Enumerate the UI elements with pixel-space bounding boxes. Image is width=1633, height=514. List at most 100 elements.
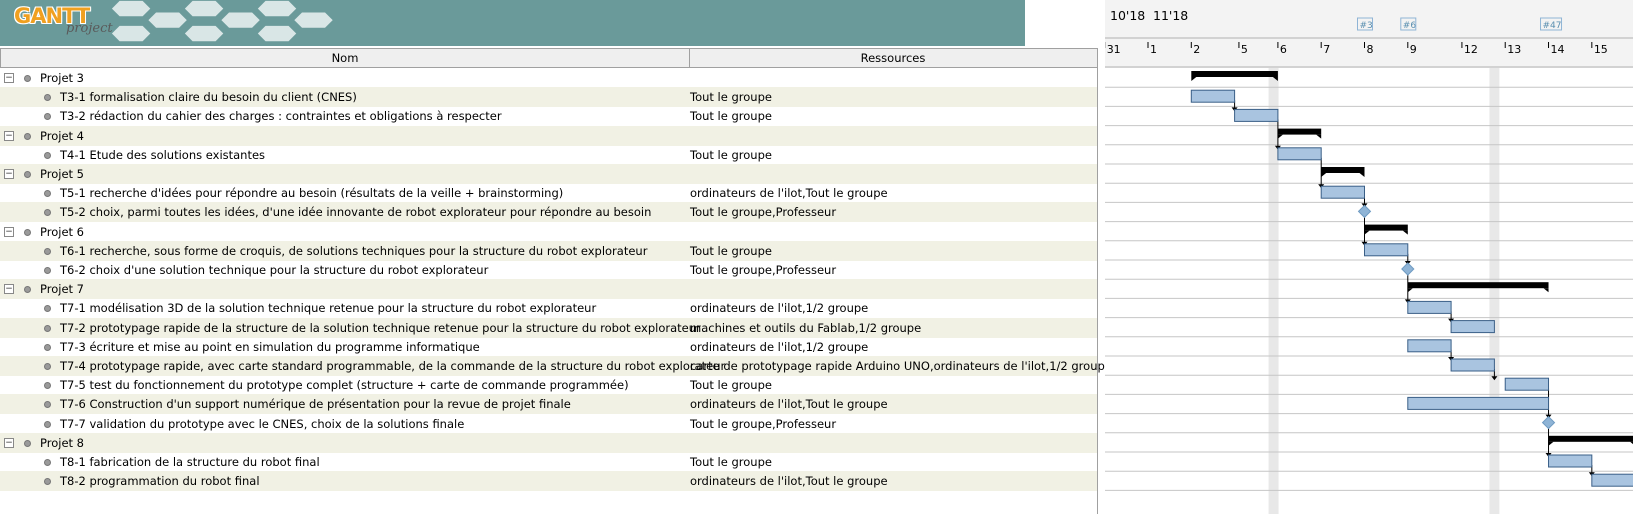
task-bullet-icon [24,439,31,447]
task-resources: Tout le groupe,Professeur [690,416,837,431]
task-name: T3-1 formalisation claire du besoin du c… [60,90,357,105]
task-bullet-icon [44,401,51,409]
gantt-project-logo: GANTT project [0,0,118,46]
task-name: T3-2 rédaction du cahier des charges : c… [60,109,502,124]
task-name: T6-1 recherche, sous forme de croquis, d… [60,243,648,258]
day-label: 15 [1594,43,1608,56]
table-row-project[interactable]: − Projet 7 [0,279,1098,300]
task-bar [1277,147,1322,161]
task-bar [1407,339,1452,353]
day-label: 14 [1551,43,1565,56]
task-resources: Tout le groupe [690,90,772,105]
task-name: Projet 3 [40,71,84,85]
task-bar [1450,320,1495,334]
task-bar [1591,473,1633,487]
table-row-task[interactable]: T5-1 recherche d'idées pour répondre au … [0,183,1098,203]
month-label: 11'18 [1153,8,1188,23]
task-resources: Tout le groupe [690,147,772,162]
task-bullet-icon [44,113,51,121]
task-resources: Tout le groupe [690,243,772,258]
task-name: Projet 4 [40,128,84,143]
table-row-task[interactable]: T5-2 choix, parmi toutes les idées, d'un… [0,202,1098,223]
task-name: Projet 6 [40,224,84,239]
milestone-diamond [1401,262,1415,276]
task-resources: Tout le groupe [690,455,772,469]
task-bullet-icon [24,228,31,236]
weekend-shade [1489,68,1500,514]
collapse-toggle-icon[interactable]: − [4,169,14,179]
collapse-toggle-icon[interactable]: − [4,284,14,295]
task-name: T6-2 choix d'une solution technique pour… [60,263,489,277]
summary-bar-cap [1364,230,1370,235]
table-row-project[interactable]: − Projet 4 [0,125,1098,146]
task-bullet-icon [44,382,51,390]
gantt-chart-canvas[interactable]: 10'18 11'18#3 #6 #4731 1 2 5 6 7 8 9 12 13 14 15 [1105,0,1633,514]
task-bullet-icon [44,324,51,332]
task-name: Projet 7 [40,282,84,297]
column-header-name[interactable]: Nom [0,49,690,67]
task-resources: ordinateurs de l'ilot,1/2 groupe [690,339,869,354]
summary-bar-cap [1548,441,1554,446]
task-resources: Tout le groupe [690,109,772,124]
collapse-toggle-icon[interactable]: − [4,130,14,141]
task-table: Nom Ressources − Projet 3 T3-1 formalisati… [0,46,1112,514]
table-row-task[interactable]: T8-1 fabrication de la structure du robo… [0,452,1098,472]
summary-bar-cap [1321,173,1327,177]
task-resources: Tout le groupe,Professeur [690,263,837,277]
table-row-task[interactable]: T7-4 prototypage rapide, avec carte stan… [0,356,1112,376]
task-name: T5-1 recherche d'idées pour répondre au … [60,186,564,201]
summary-bar [1407,282,1549,289]
collapse-toggle-icon[interactable]: − [4,437,14,448]
task-name: T7-5 test du fonctionnement du prototype… [60,378,629,393]
task-bullet-icon [24,75,31,82]
task-bullet-icon [44,478,51,486]
task-name: Projet 5 [40,167,84,181]
day-label: 8 [1367,43,1374,56]
table-row-task[interactable]: T7-7 validation du prototype avec le CNE… [0,414,1098,434]
task-resources: ordinateurs de l'ilot,Tout le groupe [690,397,888,412]
table-row-task[interactable]: T7-2 prototypage rapide de la structure … [0,317,1098,338]
task-bar [1504,377,1550,391]
day-label: 9 [1410,43,1417,56]
table-row-project[interactable]: − Projet 5 [0,164,1098,184]
day-label: 6 [1280,43,1287,56]
task-resources: ordinateurs de l'ilot,Tout le groupe [690,474,888,489]
summary-bar-cap [1402,230,1408,235]
table-row-task[interactable]: T7-6 Construction d'un support numérique… [0,394,1098,415]
summary-bar-cap [1277,134,1283,139]
table-row-task[interactable]: T8-2 programmation du robot final ordinat… [0,471,1098,492]
table-row-task[interactable]: T3-2 rédaction du cahier des charges : c… [0,106,1098,126]
table-row-task[interactable]: T3-1 formalisation claire du besoin du c… [0,87,1098,108]
summary-bar [1548,435,1633,442]
milestone-diamond [1541,415,1556,430]
column-header-resources[interactable]: Ressources [689,49,1098,67]
summary-bar-cap [1191,77,1197,81]
table-row-task[interactable]: T7-3 écriture et mise au point en simula… [0,337,1098,357]
collapse-toggle-icon[interactable]: − [4,226,14,237]
table-row-project[interactable]: − Projet 8 [0,432,1098,453]
table-row-task[interactable]: T6-1 recherche, sous forme de croquis, d… [0,240,1098,261]
table-row-project[interactable]: − Projet 6 [0,222,1098,242]
table-row-task[interactable]: T7-5 test du fonctionnement du prototype… [0,375,1098,395]
task-bullet-icon [44,151,51,159]
task-bar [1450,358,1495,372]
task-bar [1234,108,1279,122]
task-resources: machines et outils du Fablab,1/2 groupe [690,320,922,335]
table-row-task[interactable]: T7-1 modélisation 3D de la solution tech… [0,298,1098,318]
task-bullet-icon [44,94,51,102]
task-bullet-icon [44,209,51,217]
table-row-project[interactable]: − Projet 3 [0,68,1098,88]
task-name: T8-2 programmation du robot final [60,474,260,489]
day-label: 1 [1150,43,1157,56]
task-name: T5-2 choix, parmi toutes les idées, d'un… [60,205,652,220]
table-border [1097,66,1098,514]
collapse-toggle-icon[interactable]: − [4,73,14,83]
task-bar [1548,454,1593,468]
day-label: 31 [1107,43,1121,56]
gantt-chart[interactable]: 10'18 11'18 #3 #6 #47 31 1 2 5 6 7 8 9 12 13 14 15 [1105,0,1633,514]
table-row-task[interactable]: T4-1 Etude des solutions existantes Tout … [0,145,1098,165]
summary-bar-cap [1316,134,1322,139]
table-header: Nom Ressources [0,48,1098,68]
table-row-task[interactable]: T6-2 choix d'une solution technique pour… [0,260,1098,280]
task-bullet-icon [44,459,51,466]
